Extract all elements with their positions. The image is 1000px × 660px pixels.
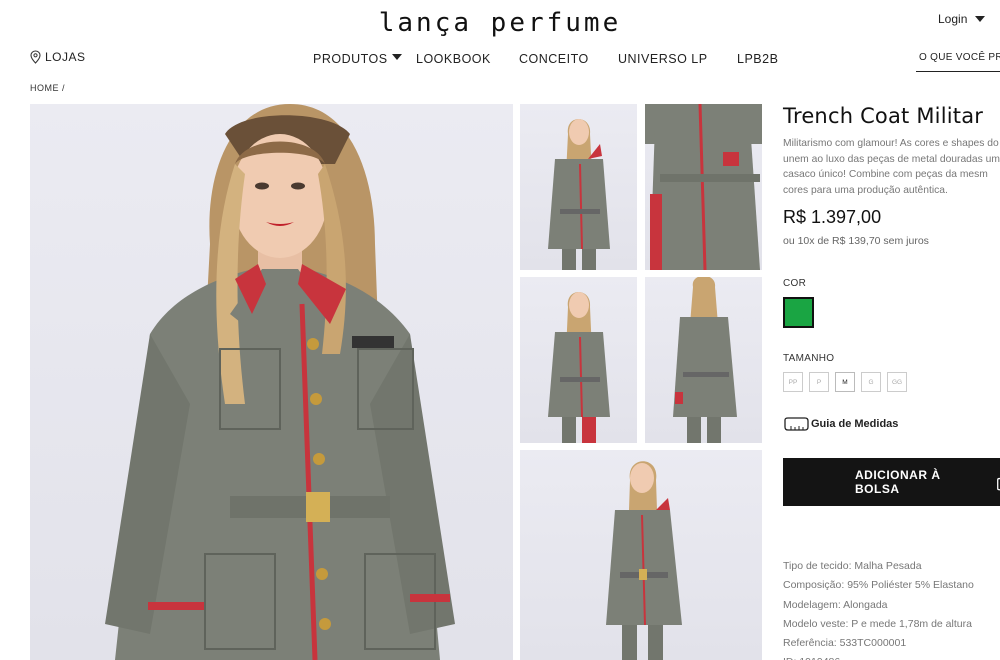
shopping-bag-icon xyxy=(996,477,1000,491)
spec-value: 533TC000001 xyxy=(839,637,907,650)
breadcrumb-home[interactable]: HOME xyxy=(30,83,59,93)
nav-label: LOOKBOOK xyxy=(416,52,491,66)
spec-key: Tipo de tecido: xyxy=(783,560,852,572)
product-price: R$ 1.397,00 xyxy=(783,207,882,227)
product-title: Trench Coat Militar xyxy=(783,104,984,128)
installments-text: ou 10x de R$ 139,70 sem juros xyxy=(783,235,929,247)
spec-value: Alongada xyxy=(843,598,888,611)
breadcrumb-separator: / xyxy=(62,83,66,93)
nav-item-lookbook[interactable]: LOOKBOOK xyxy=(416,52,519,66)
size-guide-link[interactable]: Guia de Medidas xyxy=(783,417,898,431)
spec-key: Modelagem: xyxy=(783,598,841,611)
nav-item-universo-lp[interactable]: UNIVERSO LP xyxy=(618,52,737,66)
login-label: Login xyxy=(938,12,968,26)
size-option-gg[interactable]: GG xyxy=(887,372,907,392)
size-option-p[interactable]: P xyxy=(809,372,829,392)
nav-item-lpb2b[interactable]: LPB2B xyxy=(737,52,797,66)
spec-value: Malha Pesada xyxy=(854,560,922,572)
product-specs: Tipo de tecido: Malha Pesada Composição:… xyxy=(783,557,974,660)
product-description: Militarismo com glamour! As cores e shap… xyxy=(783,138,1000,196)
product-photo-full[interactable] xyxy=(520,450,762,660)
spec-key: Modelo veste: xyxy=(783,617,849,630)
product-main-photo[interactable] xyxy=(30,104,513,660)
add-to-bag-label: ADICIONAR À BOLSA xyxy=(855,468,941,496)
add-to-bag-button[interactable]: ADICIONAR À BOLSA xyxy=(783,458,1000,506)
chevron-down-icon xyxy=(975,16,986,22)
breadcrumb: HOME / xyxy=(30,83,65,93)
search-input[interactable]: O QUE VOCÊ PROCURA? xyxy=(916,48,1000,72)
stores-label: LOJAS xyxy=(45,50,86,64)
spec-row: Tipo de tecido: Malha Pesada xyxy=(783,557,974,576)
spec-key: Composição: xyxy=(783,579,845,592)
spec-value: 95% Poliéster 5% Elastano xyxy=(847,579,974,592)
chevron-down-icon xyxy=(391,54,402,60)
login-menu[interactable]: Login xyxy=(938,12,986,26)
size-label: TAMANHO xyxy=(783,353,835,364)
nav-item-produtos[interactable]: PRODUTOS xyxy=(313,52,416,66)
product-thumbnail[interactable] xyxy=(645,104,762,270)
size-option-g[interactable]: G xyxy=(861,372,881,392)
spec-row: Modelo veste: P e mede 1,78m de altura xyxy=(783,615,974,634)
nav-label: LPB2B xyxy=(737,52,779,66)
size-option-pp[interactable]: PP xyxy=(783,372,803,392)
nav-label: CONCEITO xyxy=(519,52,589,66)
spec-row: Modelagem: Alongada xyxy=(783,596,974,615)
nav-label: PRODUTOS xyxy=(313,52,388,66)
brand-logo[interactable]: lança perfume xyxy=(0,8,1000,38)
nav-item-conceito[interactable]: CONCEITO xyxy=(519,52,618,66)
spec-value: 1919486 xyxy=(799,656,840,660)
size-guide-label: Guia de Medidas xyxy=(811,418,899,430)
measuring-tape-icon xyxy=(784,417,809,431)
product-thumbnail[interactable] xyxy=(645,277,762,443)
main-nav: PRODUTOS LOOKBOOK CONCEITO UNIVERSO LP L… xyxy=(313,52,797,66)
nav-label: UNIVERSO LP xyxy=(618,52,708,66)
size-selector: PP P M G GG xyxy=(783,372,907,392)
color-label: COR xyxy=(783,278,807,289)
spec-key: ID: xyxy=(783,656,796,660)
location-pin-icon xyxy=(30,50,41,64)
product-thumbnail[interactable] xyxy=(520,277,637,443)
product-thumbnail[interactable] xyxy=(520,104,637,270)
stores-link[interactable]: LOJAS xyxy=(30,50,86,64)
spec-key: Referência: xyxy=(783,637,837,650)
spec-value: P e mede 1,78m de altura xyxy=(851,617,972,630)
spec-row: ID: 1919486 xyxy=(783,653,974,660)
spec-row: Referência: 533TC000001 xyxy=(783,634,974,653)
spec-row: Composição: 95% Poliéster 5% Elastano xyxy=(783,576,974,595)
size-option-m[interactable]: M xyxy=(835,372,855,392)
color-swatch-green[interactable] xyxy=(783,297,814,328)
